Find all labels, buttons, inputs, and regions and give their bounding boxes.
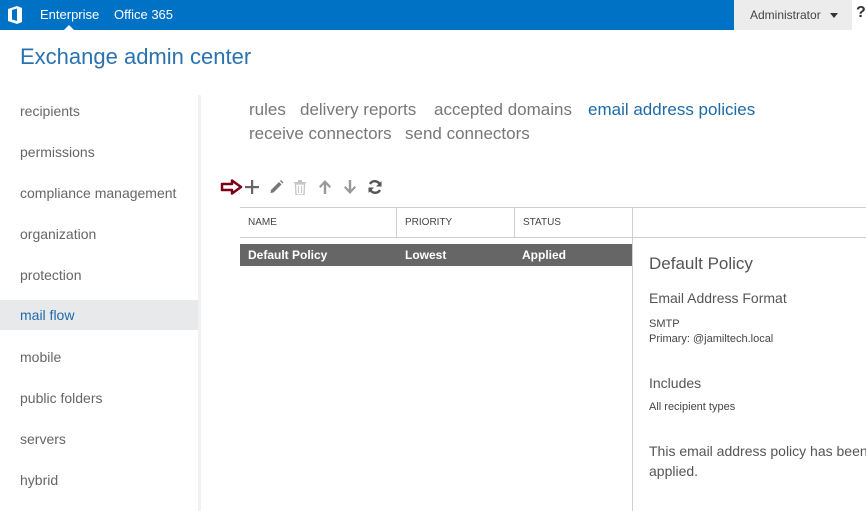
list-header-filler: [632, 207, 866, 238]
user-name: Administrator: [750, 8, 821, 22]
move-down-button[interactable]: [340, 176, 360, 198]
enterprise-link[interactable]: Enterprise: [40, 7, 99, 22]
column-header-name[interactable]: NAME: [240, 208, 397, 237]
sidebar-item-permissions[interactable]: permissions: [0, 137, 198, 167]
trash-icon: [294, 179, 306, 195]
active-indicator: [64, 25, 74, 30]
top-bar: Enterprise Office 365 Administrator ?: [0, 0, 866, 30]
table-row[interactable]: Default Policy Lowest Applied: [240, 244, 632, 266]
cell-status: Applied: [522, 248, 566, 262]
cell-priority: Lowest: [405, 248, 447, 262]
includes-heading: Includes: [649, 375, 702, 391]
tab-email-address-policies[interactable]: email address policies: [588, 100, 755, 120]
column-header-priority[interactable]: PRIORITY: [397, 208, 515, 237]
office-logo-icon[interactable]: [7, 6, 23, 24]
tab-rules[interactable]: rules: [249, 100, 286, 120]
refresh-icon: [368, 180, 382, 194]
column-header-status[interactable]: STATUS: [515, 208, 632, 237]
edit-button[interactable]: [266, 176, 286, 198]
tab-delivery-reports[interactable]: delivery reports: [300, 100, 416, 120]
add-button[interactable]: [242, 176, 262, 198]
email-format-heading: Email Address Format: [649, 290, 787, 306]
user-menu[interactable]: Administrator: [734, 0, 852, 30]
sidebar-item-organization[interactable]: organization: [0, 219, 198, 249]
tab-accepted-domains[interactable]: accepted domains: [434, 100, 572, 120]
sidebar-item-mobile[interactable]: mobile: [0, 342, 198, 372]
sidebar-item-hybrid[interactable]: hybrid: [0, 465, 198, 495]
arrow-down-icon: [344, 180, 356, 194]
details-pane: Default Policy Email Address Format SMTP…: [632, 238, 866, 511]
tab-send-connectors[interactable]: send connectors: [405, 124, 530, 144]
sidebar-nav: recipients permissions compliance manage…: [0, 90, 198, 511]
policy-status-text: This email address policy has been appli…: [649, 443, 866, 479]
sidebar-item-mail-flow[interactable]: mail flow: [0, 300, 198, 330]
sidebar-item-protection[interactable]: protection: [0, 260, 198, 290]
plus-icon: [245, 180, 259, 194]
refresh-button[interactable]: [365, 176, 385, 198]
sidebar-item-servers[interactable]: servers: [0, 424, 198, 454]
list-header: NAME PRIORITY STATUS: [240, 207, 632, 238]
office365-link[interactable]: Office 365: [114, 7, 173, 22]
details-title: Default Policy: [649, 254, 753, 273]
sidebar-divider: [198, 95, 201, 511]
help-button[interactable]: ?: [852, 0, 866, 30]
pencil-icon: [270, 180, 284, 193]
arrow-up-icon: [319, 180, 331, 194]
email-format-primary: Primary: @jamiltech.local: [649, 333, 774, 345]
cell-name: Default Policy: [248, 248, 328, 262]
move-up-button[interactable]: [315, 176, 335, 198]
chevron-down-icon: [830, 13, 838, 18]
arrow-pointer-icon: [220, 179, 243, 195]
sidebar-item-compliance-management[interactable]: compliance management: [0, 178, 198, 208]
tab-receive-connectors[interactable]: receive connectors: [249, 124, 392, 144]
app-title: Exchange admin center: [20, 44, 252, 69]
delete-button[interactable]: [290, 176, 310, 198]
sidebar-item-public-folders[interactable]: public folders: [0, 383, 198, 413]
email-format-type: SMTP: [649, 318, 680, 330]
includes-value: All recipient types: [649, 401, 736, 413]
sidebar-item-recipients[interactable]: recipients: [0, 96, 198, 126]
help-icon: ?: [856, 4, 866, 21]
